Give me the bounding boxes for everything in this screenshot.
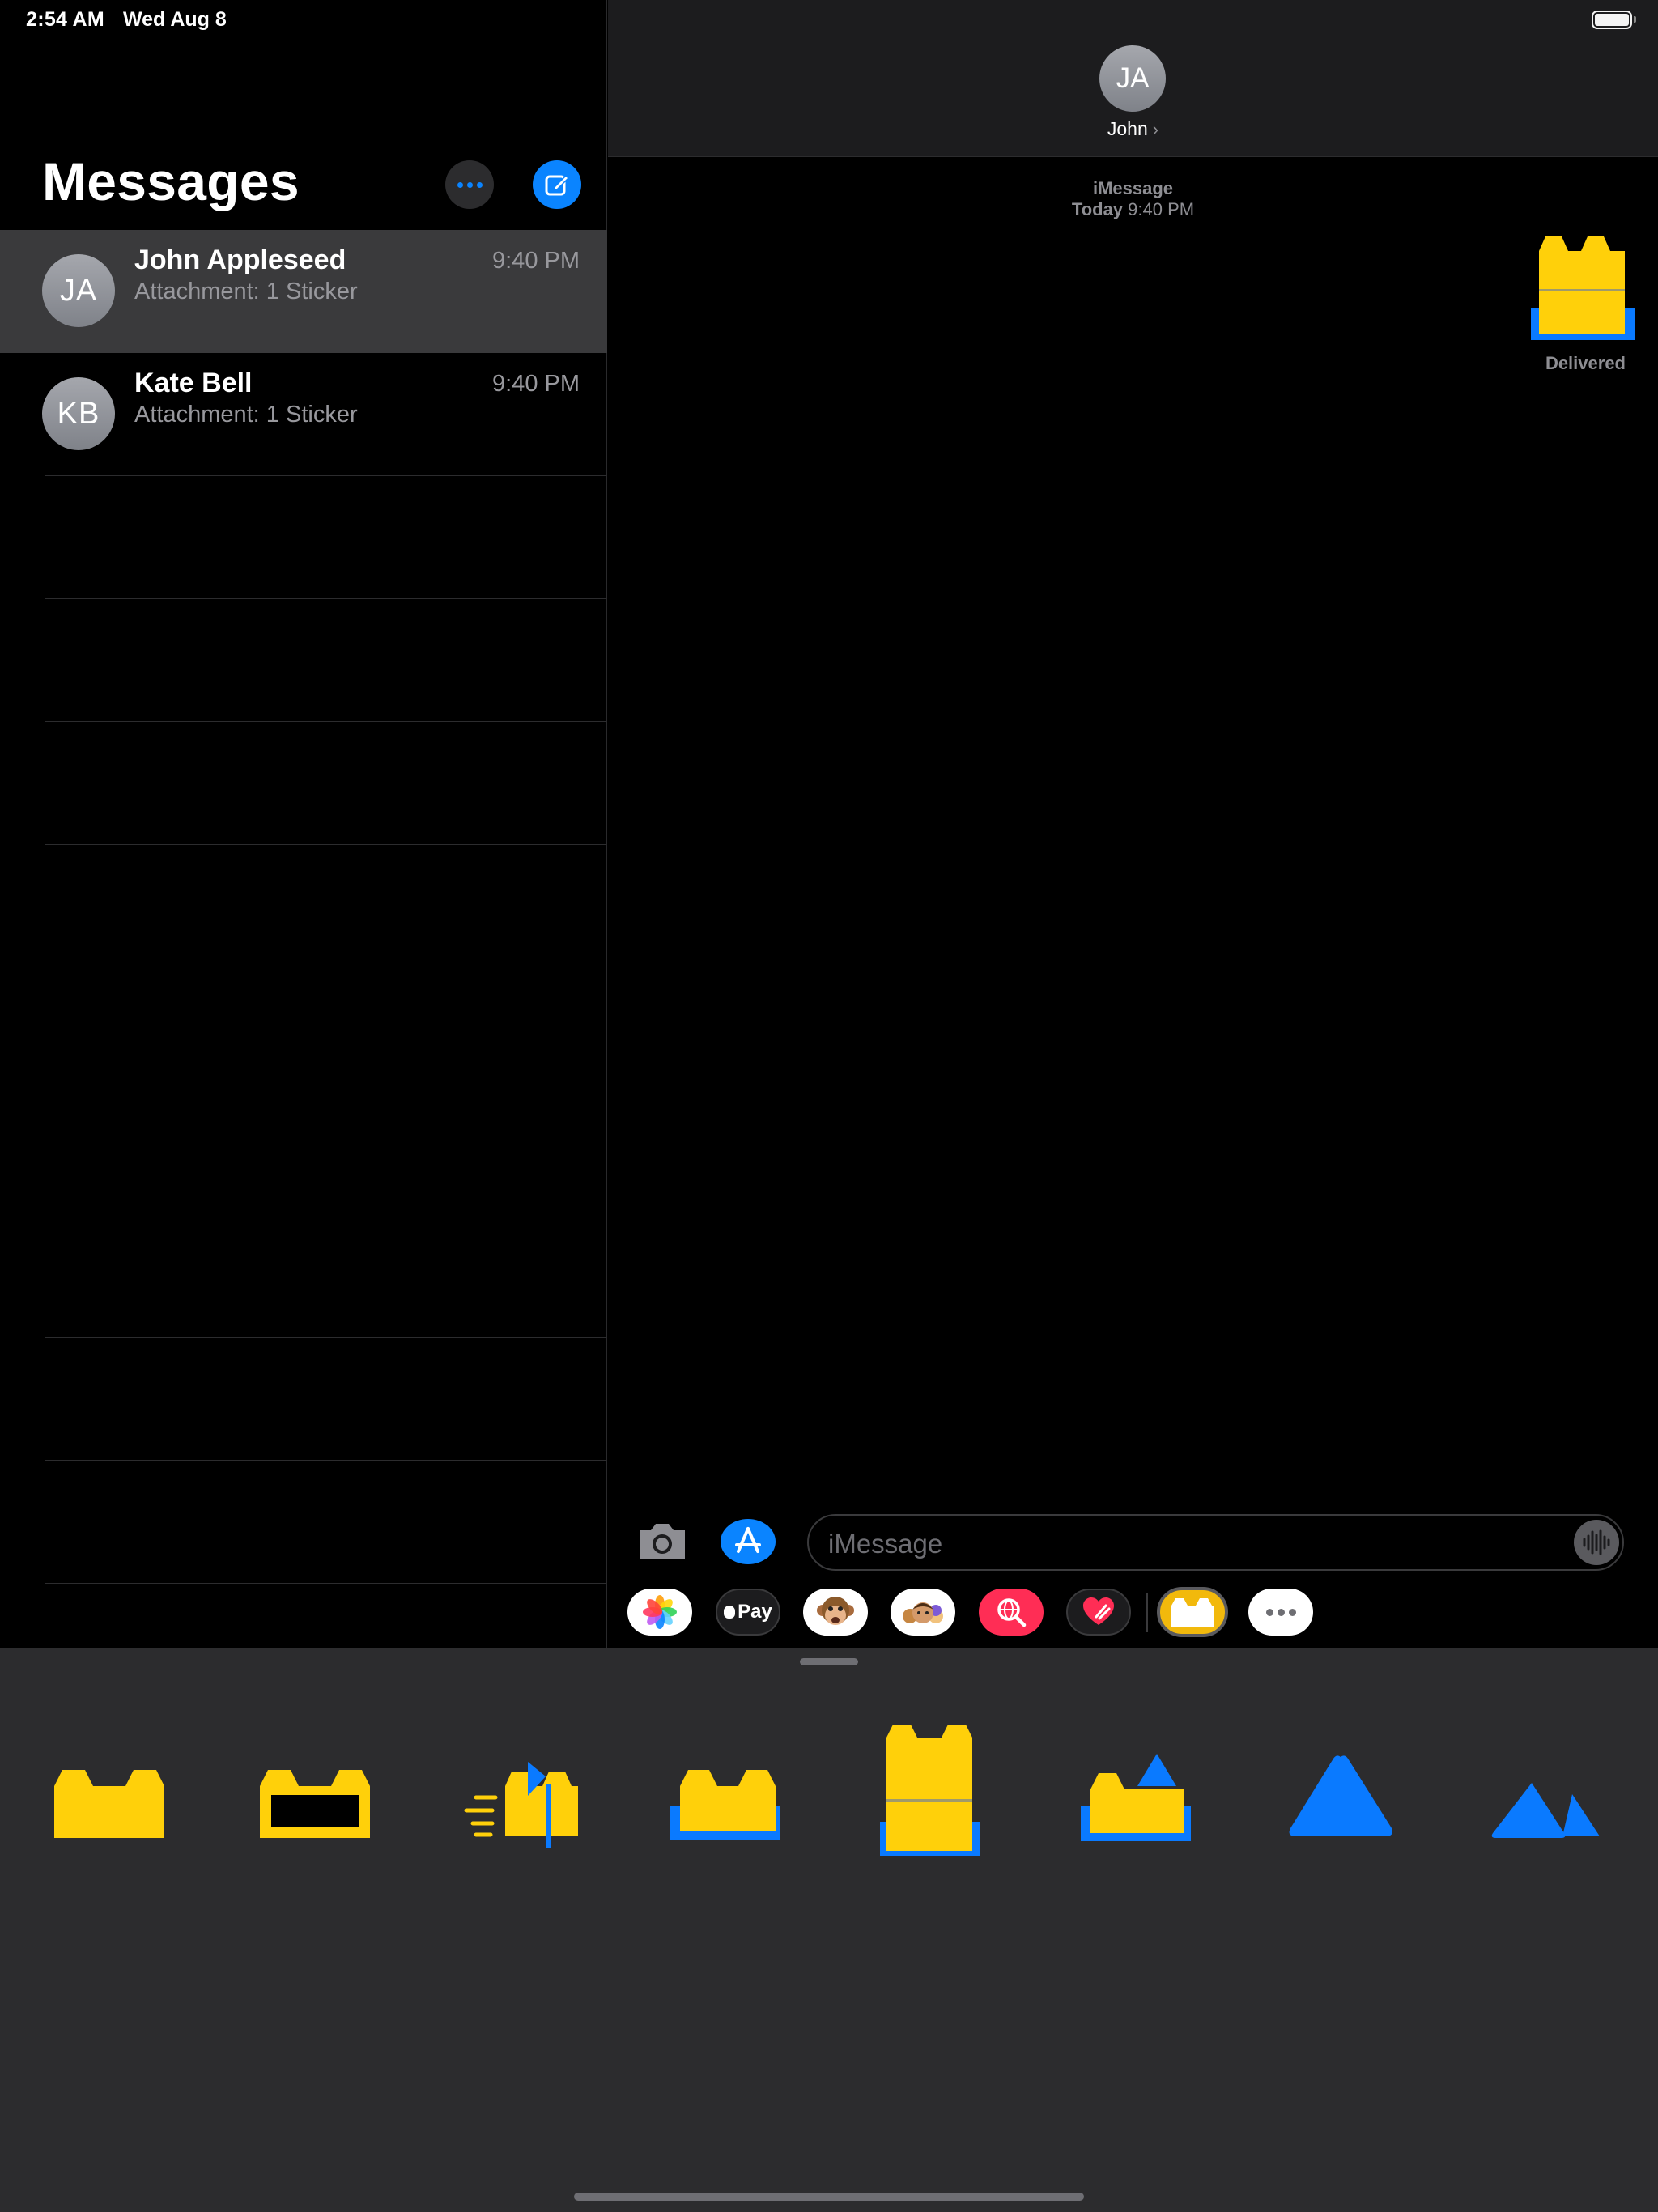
sticker-brick[interactable] bbox=[48, 1705, 169, 1867]
digital-touch-app-button[interactable] bbox=[1066, 1589, 1131, 1636]
conversation-row-john-appleseed[interactable]: JA John Appleseed 9:40 PM Attachment: 1 … bbox=[0, 230, 607, 353]
battery-icon bbox=[1592, 11, 1636, 29]
more-apps-button[interactable] bbox=[1248, 1589, 1313, 1636]
conversation-row-kate-bell[interactable]: KB Kate Bell 9:40 PM Attachment: 1 Stick… bbox=[0, 353, 607, 476]
compose-button[interactable] bbox=[533, 160, 581, 209]
timestamp: Today 9:40 PM bbox=[608, 199, 1658, 220]
message-input-placeholder: iMessage bbox=[828, 1529, 943, 1559]
heart-touch-icon bbox=[1083, 1597, 1114, 1625]
contact-avatar[interactable]: JA bbox=[1099, 45, 1166, 112]
status-time: 2:54 AM bbox=[26, 8, 105, 31]
chevron-right-icon: › bbox=[1152, 119, 1159, 139]
message-input[interactable]: iMessage bbox=[807, 1514, 1624, 1571]
brick-sticker-icon bbox=[1171, 1598, 1214, 1627]
sticker-brick-on-base[interactable] bbox=[664, 1705, 785, 1867]
conversation-preview: Attachment: 1 Sticker bbox=[134, 402, 358, 428]
status-date: Wed Aug 8 bbox=[123, 8, 227, 31]
delivery-status: Delivered bbox=[1545, 353, 1626, 373]
conversation-time: 9:40 PM bbox=[492, 371, 580, 397]
date-label: Today bbox=[1071, 199, 1124, 219]
apple-logo-icon bbox=[724, 1606, 736, 1619]
camera-icon[interactable] bbox=[635, 1519, 690, 1564]
contact-name: John bbox=[1107, 118, 1148, 139]
memoji-stickers-icon bbox=[903, 1602, 943, 1623]
more-options-button[interactable] bbox=[445, 160, 494, 209]
sticker-pack-app-button[interactable] bbox=[1157, 1587, 1228, 1637]
app-drawer-strip: Pay bbox=[627, 1587, 1647, 1639]
time-label: 9:40 PM bbox=[1128, 199, 1195, 219]
avatar: JA bbox=[42, 254, 115, 327]
conversation-list-sidebar: Messages JA John Appleseed 9:40 PM Attac… bbox=[0, 0, 607, 1648]
audio-message-button[interactable] bbox=[1574, 1520, 1619, 1565]
sent-sticker-tall-brick[interactable] bbox=[1531, 233, 1639, 347]
image-search-app-button[interactable] bbox=[979, 1589, 1044, 1636]
compose-icon bbox=[545, 174, 570, 196]
animoji-app-button[interactable] bbox=[803, 1589, 868, 1636]
sticker-drawer bbox=[0, 1648, 1658, 2212]
row-divider bbox=[45, 1460, 607, 1461]
page-title: Messages bbox=[42, 151, 300, 211]
sticker-brick-outline[interactable] bbox=[253, 1705, 375, 1867]
row-divider bbox=[45, 1337, 607, 1338]
ellipsis-icon bbox=[1265, 1608, 1296, 1616]
strip-separator bbox=[1146, 1593, 1148, 1632]
memoji-app-button[interactable] bbox=[891, 1589, 955, 1636]
conversation-preview: Attachment: 1 Sticker bbox=[134, 279, 358, 304]
service-label: iMessage bbox=[1092, 178, 1174, 198]
conversation-name: Kate Bell bbox=[134, 368, 253, 398]
row-divider bbox=[45, 598, 607, 599]
apple-pay-app-button[interactable]: Pay bbox=[716, 1589, 780, 1636]
row-divider bbox=[45, 844, 607, 845]
drawer-grabber[interactable] bbox=[800, 1658, 858, 1665]
avatar: KB bbox=[42, 377, 115, 450]
row-divider bbox=[45, 1583, 607, 1584]
row-divider bbox=[45, 721, 607, 722]
sticker-brick-with-flag[interactable] bbox=[458, 1705, 580, 1867]
row-divider bbox=[45, 475, 607, 476]
sticker-brick-with-triangle[interactable] bbox=[1074, 1705, 1196, 1867]
sticker-tall-brick-on-base[interactable] bbox=[869, 1705, 990, 1867]
globe-search-icon bbox=[997, 1598, 1027, 1627]
conversation-time: 9:40 PM bbox=[492, 248, 580, 274]
status-bar: 2:54 AM Wed Aug 8 bbox=[0, 0, 1658, 37]
app-store-icon[interactable] bbox=[721, 1517, 779, 1566]
monkey-icon bbox=[817, 1597, 854, 1625]
photos-icon bbox=[643, 1595, 677, 1629]
contact-name-button[interactable]: John › bbox=[608, 118, 1658, 140]
ellipsis-icon bbox=[457, 181, 483, 188]
photos-app-button[interactable] bbox=[627, 1589, 692, 1636]
audio-waveform-icon bbox=[1583, 1529, 1610, 1555]
conversation-name: John Appleseed bbox=[134, 245, 346, 275]
sticker-triangle[interactable] bbox=[1280, 1705, 1401, 1867]
sticker-double-triangle[interactable] bbox=[1485, 1705, 1606, 1867]
conversation-pane: JA John › iMessage Today 9:40 PM Delivere… bbox=[608, 0, 1658, 1648]
home-indicator[interactable] bbox=[574, 2193, 1084, 2201]
apple-pay-label: Pay bbox=[738, 1601, 772, 1623]
